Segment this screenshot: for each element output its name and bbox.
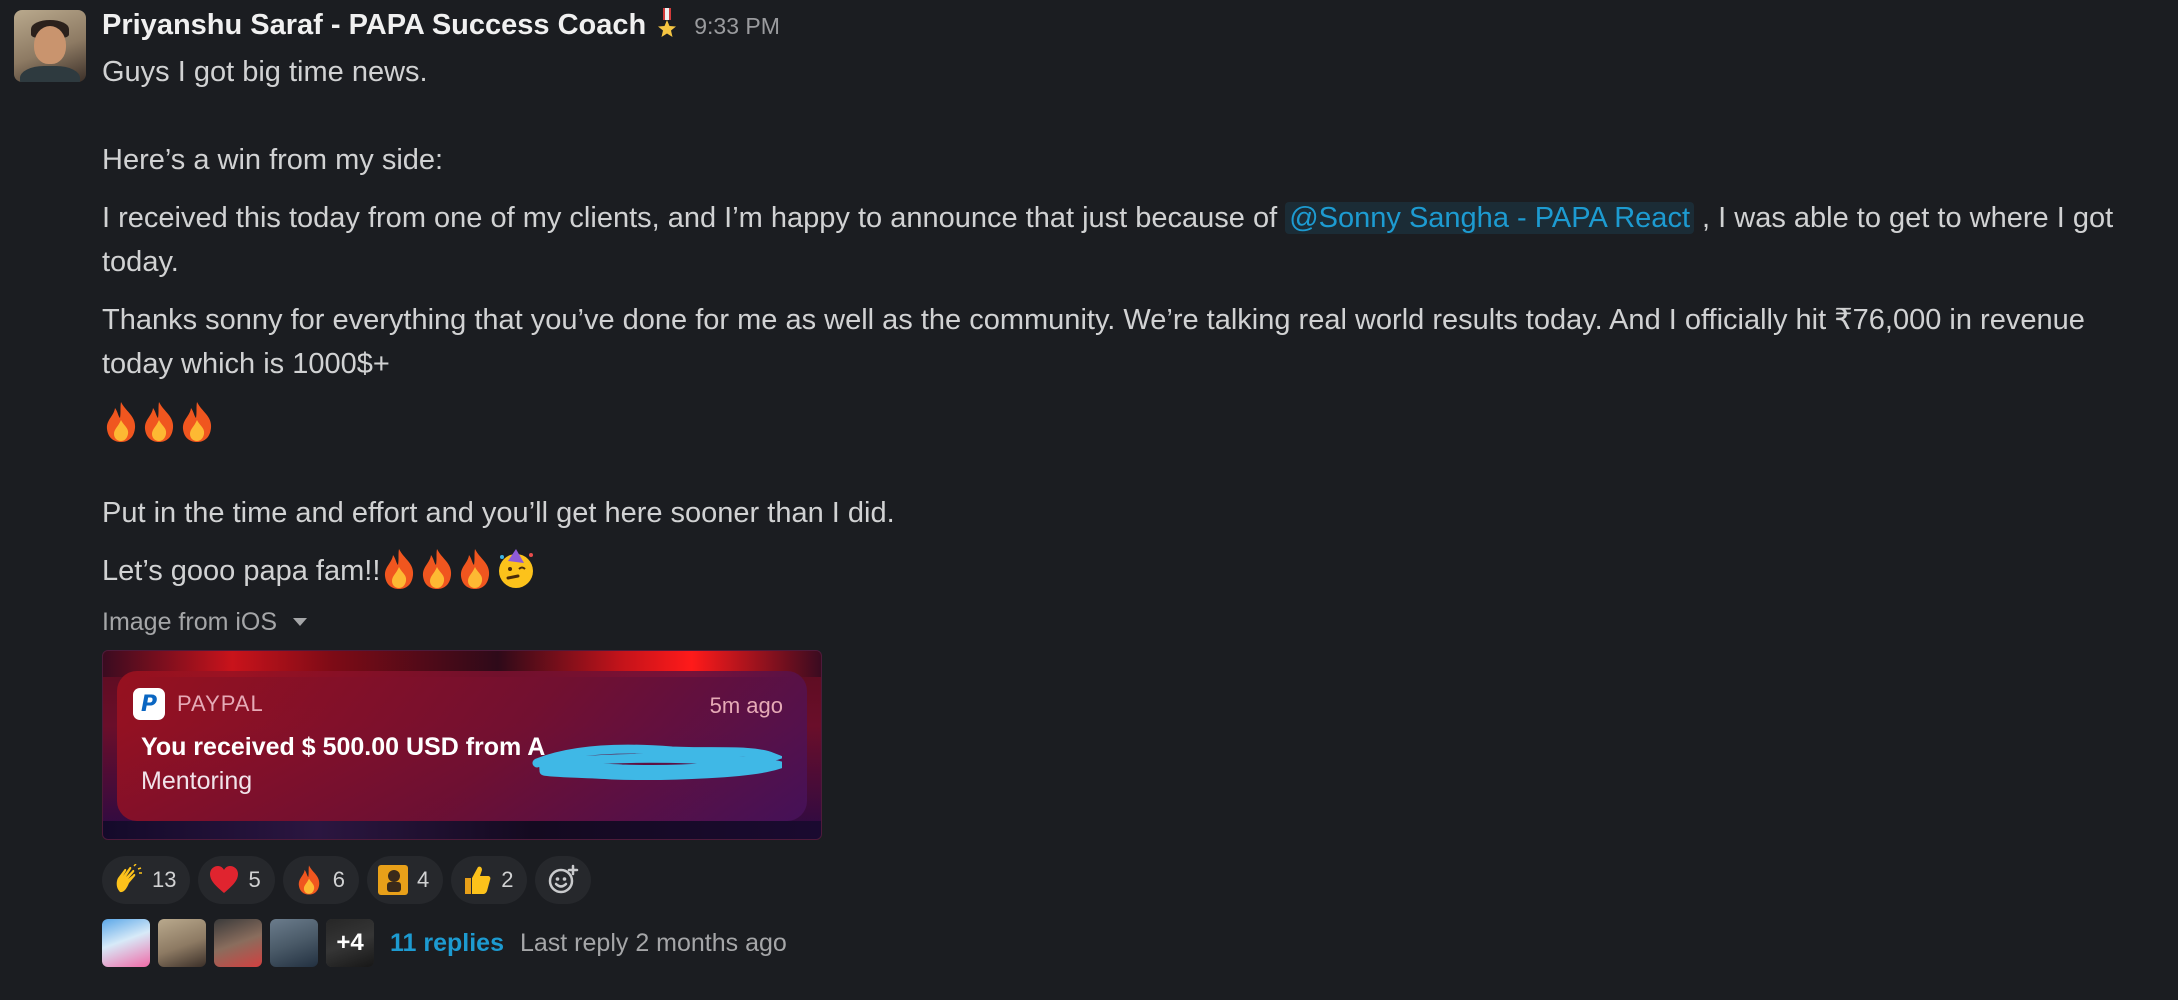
emoji-row [102, 400, 2162, 447]
replies-link[interactable]: 11 replies [390, 929, 504, 958]
message-line: Guys I got big time news. [102, 56, 428, 88]
paypal-logo-icon: P [133, 688, 165, 721]
reaction-count: 6 [332, 867, 345, 893]
message-timestamp[interactable]: 9:33 PM [694, 1, 780, 51]
reply-avatar-more: +4 [326, 919, 374, 968]
reply-avatar [102, 919, 150, 968]
message-header: Priyanshu Saraf - PAPA Success Coach 9:3… [102, 0, 2162, 50]
message-line: Put in the time and effort and you’ll ge… [102, 497, 895, 530]
chevron-down-icon[interactable] [293, 618, 308, 627]
last-reply-time: Last reply 2 months ago [519, 928, 787, 957]
reaction-thumbsup[interactable]: 2 [451, 856, 528, 905]
attachment-label[interactable]: Image from iOS [102, 604, 2162, 640]
clapping-hands-icon [112, 863, 144, 896]
reaction-count: 13 [152, 867, 177, 893]
reply-avatar [158, 919, 206, 968]
reaction-heart[interactable]: 5 [198, 856, 275, 905]
message-line: I received this today from one of my cli… [102, 196, 2162, 284]
message-line: Here’s a win from my side: [102, 144, 444, 176]
reaction-count: 4 [416, 867, 430, 893]
message-line: Thanks sonny for everything that you’ve … [102, 304, 2085, 380]
reaction-custom[interactable]: 4 [366, 856, 444, 905]
partying-face-icon [494, 547, 538, 591]
fire-icon [456, 547, 494, 591]
notification-app-row: P PAYPAL [133, 687, 264, 721]
reaction-clap[interactable]: 13 [102, 856, 191, 905]
fire-icon [102, 400, 140, 444]
notification-time: 5m ago [709, 693, 783, 719]
fire-icon [380, 547, 418, 591]
red-heart-icon [208, 864, 240, 896]
author-name[interactable]: Priyanshu Saraf - PAPA Success Coach [102, 0, 646, 50]
paypal-notification: P PAYPAL 5m ago You received $ 500.00 US… [117, 671, 807, 822]
reactions-bar: 13 5 6 4 2 [102, 856, 2162, 905]
notification-title: You received $ 500.00 USD from A [141, 733, 546, 762]
fire-icon [418, 547, 456, 591]
text-segment: I received this today from one of my cli… [102, 202, 1286, 234]
thread-summary[interactable]: +4 11 replies Last reply 2 months ago [102, 918, 2162, 968]
message-body: Guys I got big time news. Here’s a win f… [102, 50, 2162, 594]
add-emoji-icon [549, 865, 579, 894]
reaction-count: 5 [248, 867, 261, 893]
redaction-scribble [532, 745, 782, 781]
add-reaction-button[interactable] [535, 856, 592, 905]
message-line: Let’s gooo papa fam!! [102, 549, 2162, 594]
reaction-fire[interactable]: 6 [282, 856, 359, 905]
text-segment: Let’s gooo papa fam!! [102, 555, 381, 588]
slack-message: Priyanshu Saraf - PAPA Success Coach 9:3… [0, 0, 2178, 1000]
author-avatar[interactable] [14, 10, 86, 82]
fire-icon [140, 400, 178, 444]
message-content: Priyanshu Saraf - PAPA Success Coach 9:3… [102, 0, 2162, 968]
attachment-label-text: Image from iOS [102, 607, 278, 636]
image-attachment[interactable]: P PAYPAL 5m ago You received $ 500.00 US… [102, 650, 822, 841]
reply-avatar [270, 919, 318, 968]
more-repliers-count: +4 [326, 919, 374, 968]
medal-icon [656, 8, 678, 38]
notification-app-name: PAYPAL [177, 691, 264, 717]
thumbs-up-icon [461, 864, 493, 896]
reply-avatar [214, 919, 262, 968]
custom-emoji-icon [377, 864, 409, 896]
fire-icon [178, 400, 216, 444]
user-mention[interactable]: @Sonny Sangha - PAPA React [1285, 202, 1694, 234]
notification-subtitle: Mentoring [141, 767, 253, 796]
reaction-count: 2 [501, 867, 514, 893]
fire-icon [293, 864, 325, 896]
